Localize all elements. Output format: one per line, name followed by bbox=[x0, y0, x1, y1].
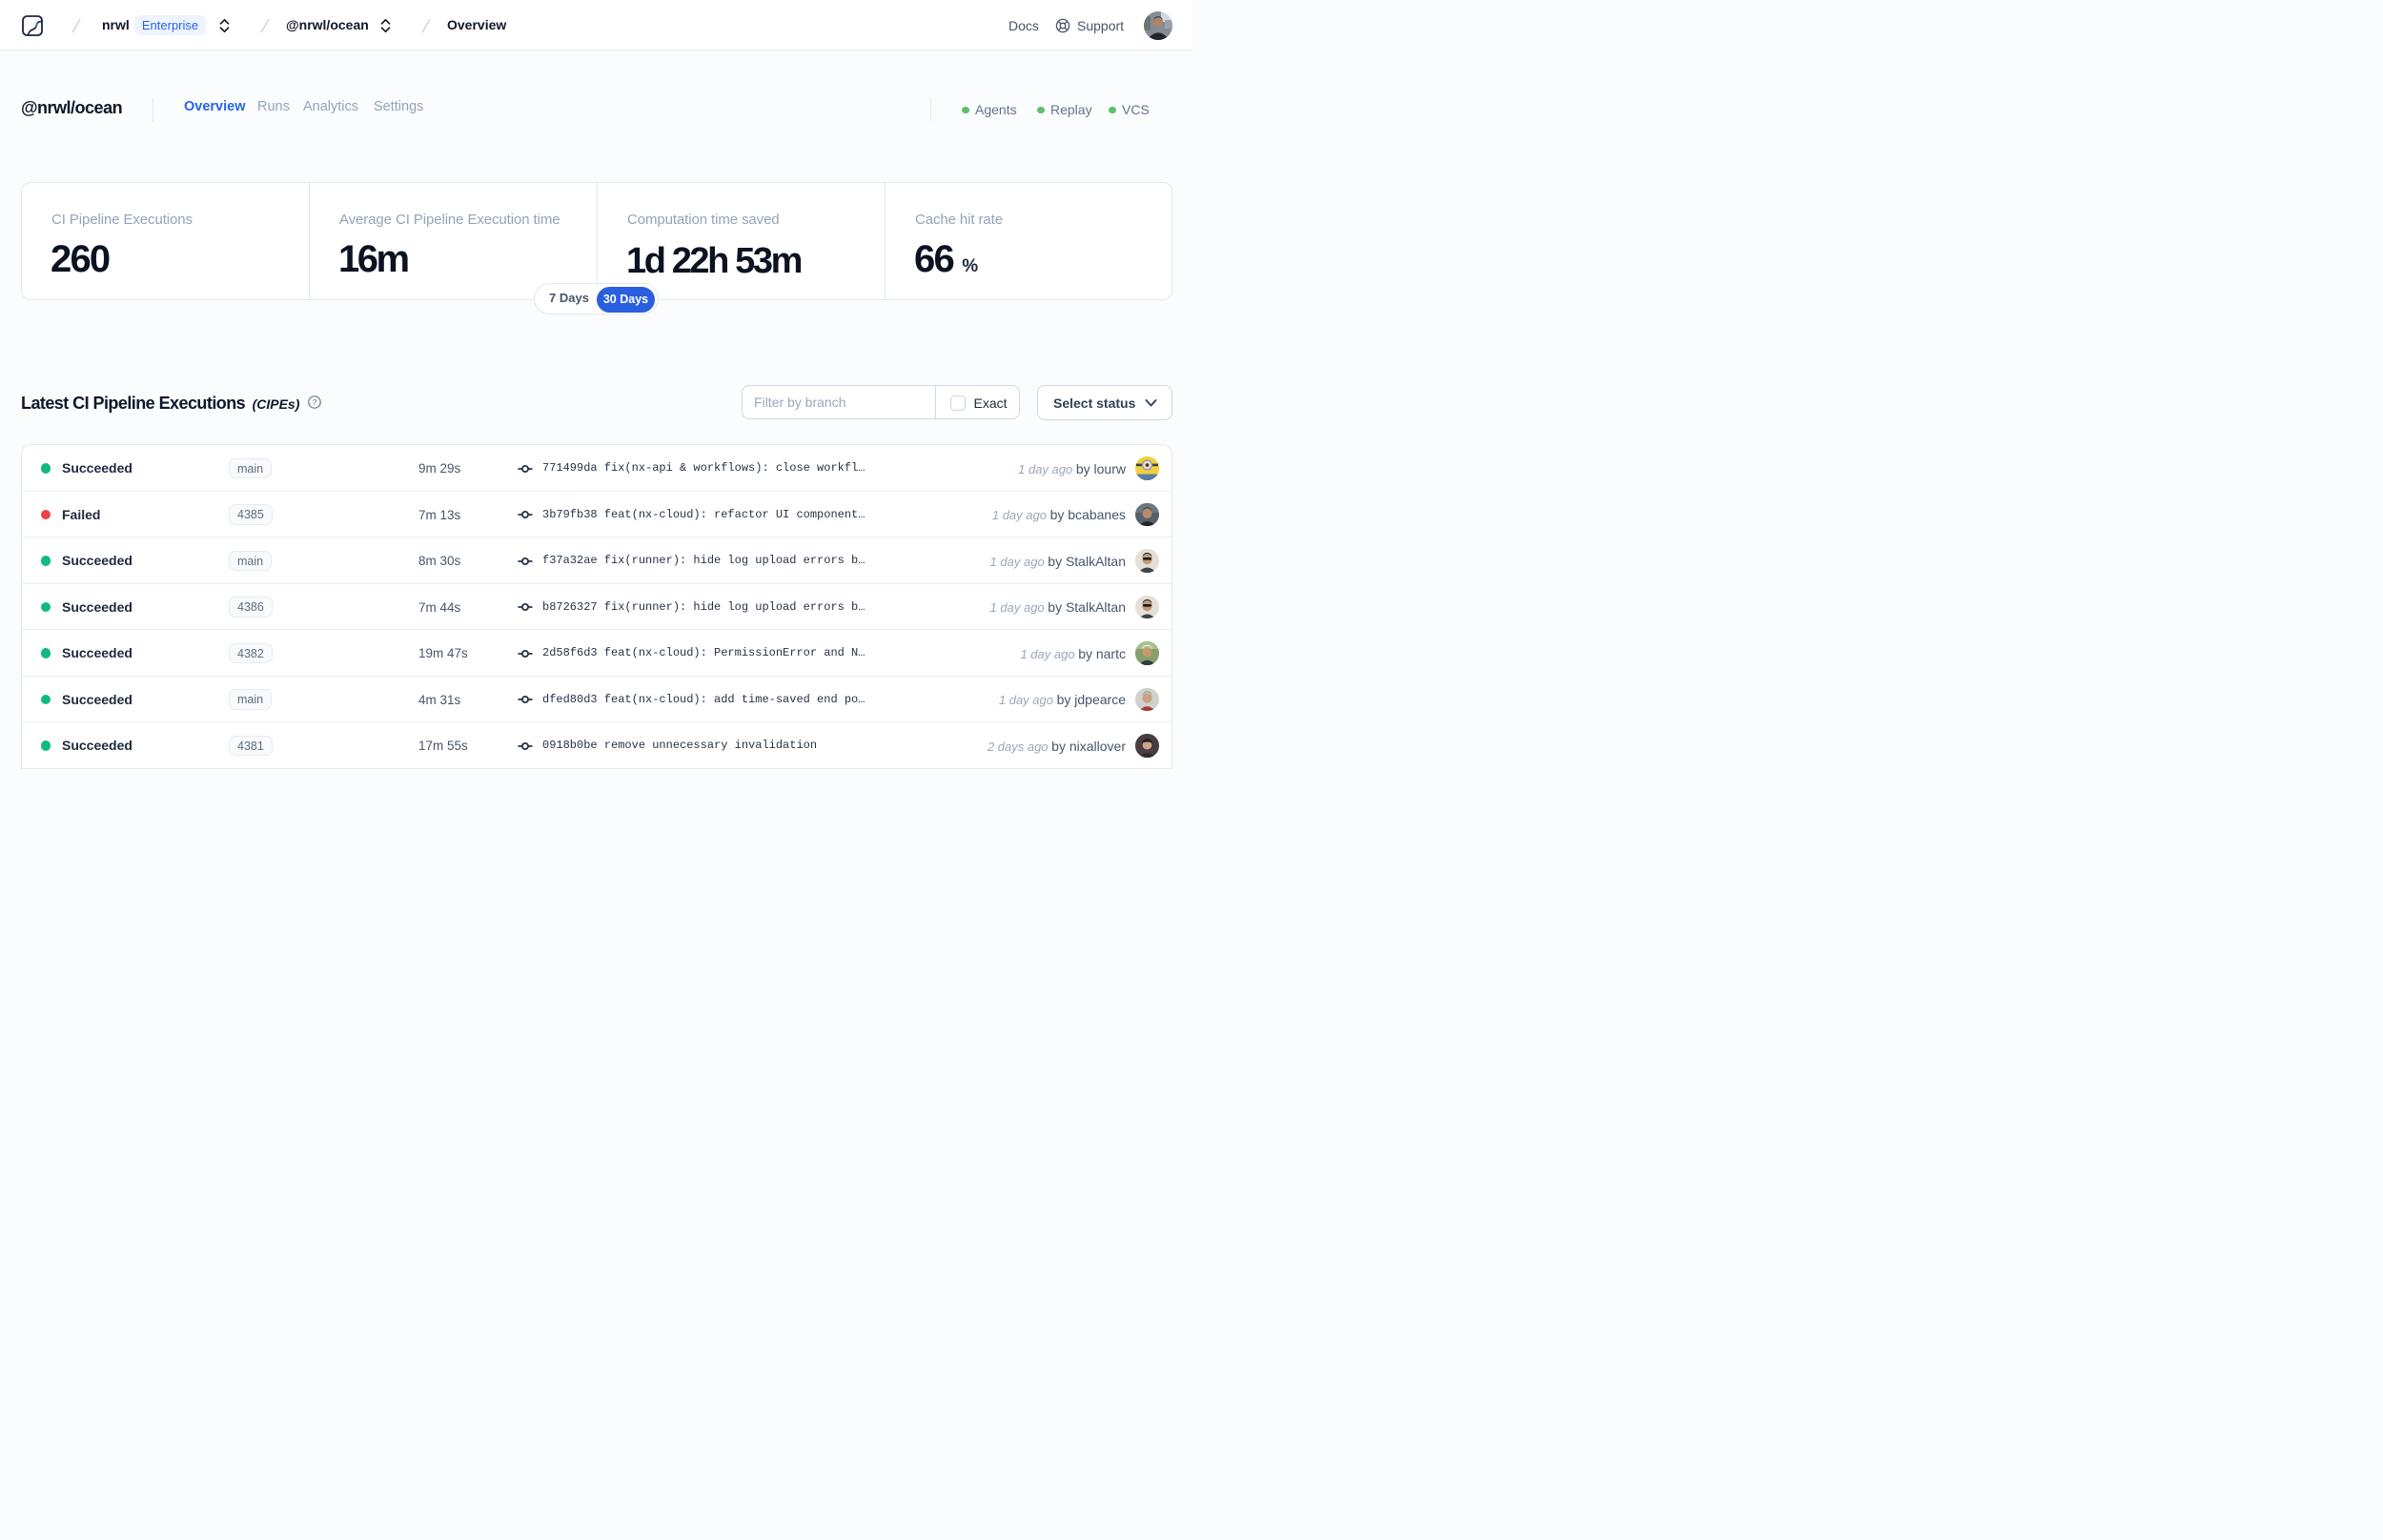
svg-text:?: ? bbox=[313, 397, 317, 407]
